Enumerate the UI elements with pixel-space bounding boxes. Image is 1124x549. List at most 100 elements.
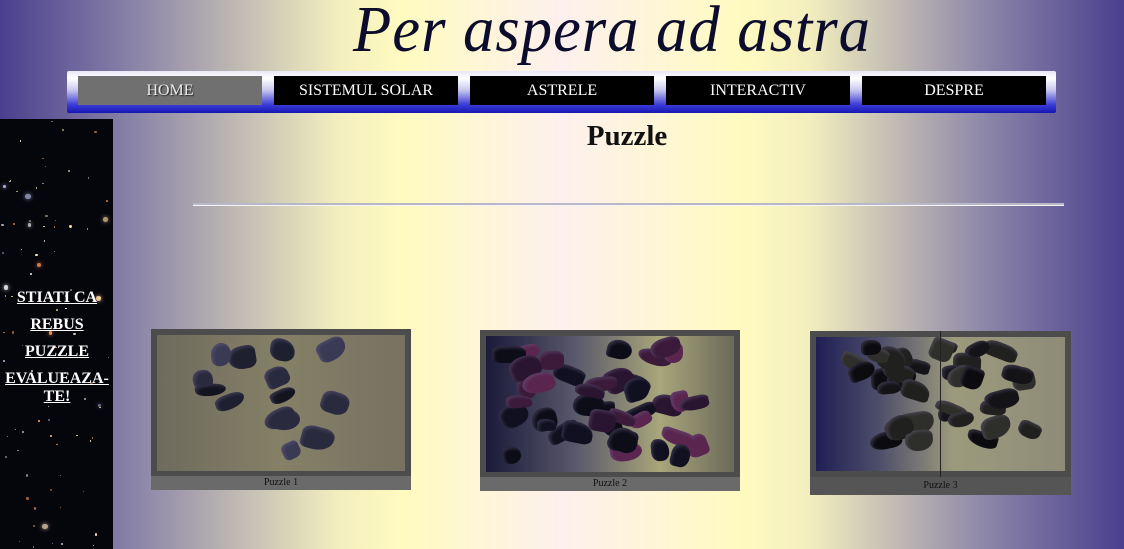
sidebar-item-rebus[interactable]: REBUS bbox=[0, 316, 113, 334]
star bbox=[1, 224, 4, 227]
nav-interactiv[interactable]: INTERACTIV bbox=[666, 76, 850, 105]
puzzle-board-2 bbox=[486, 333, 734, 472]
sidebar-item-stiati-ca[interactable]: STIATI CA bbox=[0, 289, 113, 307]
page-title: Puzzle bbox=[586, 120, 668, 152]
star bbox=[49, 488, 53, 492]
puzzle-piece[interactable] bbox=[898, 376, 933, 404]
star bbox=[50, 435, 53, 438]
puzzle-piece[interactable] bbox=[318, 388, 352, 418]
star bbox=[44, 165, 46, 167]
puzzle-piece[interactable] bbox=[999, 362, 1035, 387]
sidebar-item-evalueaza-te[interactable]: EVALUEAZA-TE! bbox=[0, 370, 113, 406]
puzzle-piece[interactable] bbox=[1015, 417, 1044, 443]
main-nav: HOME SISTEMUL SOLAR ASTRELE INTERACTIV D… bbox=[67, 71, 1056, 113]
puzzle-piece[interactable] bbox=[650, 438, 670, 462]
star bbox=[60, 542, 63, 546]
nav-home[interactable]: HOME bbox=[78, 76, 262, 105]
star bbox=[86, 228, 89, 230]
star bbox=[53, 251, 55, 253]
nav-despre[interactable]: DESPRE bbox=[862, 76, 1046, 105]
star bbox=[95, 533, 98, 536]
star bbox=[32, 546, 34, 548]
star bbox=[37, 262, 42, 267]
star bbox=[25, 194, 31, 200]
star bbox=[59, 474, 61, 476]
star bbox=[87, 177, 90, 179]
star bbox=[67, 169, 70, 172]
star bbox=[53, 226, 56, 228]
puzzle-card-1[interactable]: Puzzle 1 bbox=[151, 329, 411, 490]
puzzle-piece[interactable] bbox=[500, 445, 522, 466]
star bbox=[38, 420, 40, 422]
star bbox=[6, 436, 8, 438]
star bbox=[94, 131, 97, 134]
puzzle-3-seam bbox=[940, 331, 941, 495]
star bbox=[33, 525, 35, 527]
star bbox=[22, 430, 25, 433]
nav-astrele[interactable]: ASTRELE bbox=[470, 76, 654, 105]
puzzle-piece[interactable] bbox=[298, 423, 337, 455]
sidebar-item-puzzle[interactable]: PUZZLE bbox=[0, 343, 113, 361]
star bbox=[55, 219, 57, 221]
puzzle-piece[interactable] bbox=[226, 344, 259, 372]
star bbox=[18, 540, 21, 543]
star bbox=[44, 240, 46, 242]
star bbox=[42, 157, 44, 160]
star bbox=[103, 216, 109, 222]
puzzle-card-3[interactable]: Puzzle 3 bbox=[810, 331, 1071, 495]
star bbox=[29, 272, 32, 275]
star bbox=[50, 120, 53, 123]
star bbox=[56, 443, 58, 446]
star bbox=[76, 434, 78, 437]
puzzle-caption-2: Puzzle 2 bbox=[480, 477, 740, 491]
puzzle-piece[interactable] bbox=[605, 337, 634, 362]
star bbox=[47, 418, 50, 422]
star bbox=[69, 225, 72, 228]
site-title: Per aspera ad astra bbox=[353, 0, 871, 66]
star bbox=[26, 497, 29, 500]
puzzle-caption-3: Puzzle 3 bbox=[810, 477, 1071, 495]
star bbox=[51, 542, 54, 545]
star bbox=[20, 249, 22, 251]
star bbox=[41, 182, 44, 185]
star bbox=[17, 449, 19, 452]
puzzle-piece[interactable] bbox=[313, 333, 349, 365]
puzzle-card-2[interactable]: Puzzle 2 bbox=[480, 330, 740, 491]
star bbox=[25, 474, 28, 477]
sidebar-menu: STIATI CA REBUS PUZZLE EVALUEAZA-TE! bbox=[0, 289, 113, 415]
star bbox=[61, 129, 64, 132]
star bbox=[29, 220, 31, 222]
star bbox=[82, 490, 84, 492]
puzzle-piece[interactable] bbox=[978, 411, 1014, 442]
star bbox=[2, 251, 5, 254]
puzzle-piece[interactable] bbox=[267, 336, 297, 364]
star bbox=[91, 437, 94, 439]
star bbox=[89, 440, 92, 442]
puzzle-piece[interactable] bbox=[876, 379, 901, 396]
star bbox=[43, 225, 45, 228]
nav-sistemul-solar[interactable]: SISTEMUL SOLAR bbox=[274, 76, 458, 105]
star bbox=[2, 185, 6, 189]
star bbox=[9, 180, 11, 183]
puzzle-piece[interactable] bbox=[505, 394, 533, 409]
star bbox=[44, 214, 48, 218]
star bbox=[93, 544, 95, 546]
puzzle-piece[interactable] bbox=[536, 418, 557, 432]
star bbox=[106, 199, 108, 202]
puzzle-caption-1: Puzzle 1 bbox=[151, 476, 411, 490]
star bbox=[19, 140, 22, 143]
star bbox=[27, 223, 32, 227]
star bbox=[59, 506, 62, 509]
puzzle-board-1 bbox=[157, 333, 405, 471]
sidebar: STIATI CA REBUS PUZZLE EVALUEAZA-TE! bbox=[0, 119, 113, 549]
star bbox=[12, 223, 15, 226]
puzzle-piece[interactable] bbox=[958, 364, 987, 392]
star bbox=[16, 190, 18, 192]
star bbox=[4, 456, 7, 458]
star bbox=[14, 428, 17, 431]
puzzle-piece[interactable] bbox=[860, 339, 882, 356]
star bbox=[35, 187, 38, 189]
star bbox=[33, 507, 36, 510]
star bbox=[35, 253, 38, 257]
divider bbox=[193, 203, 1064, 206]
